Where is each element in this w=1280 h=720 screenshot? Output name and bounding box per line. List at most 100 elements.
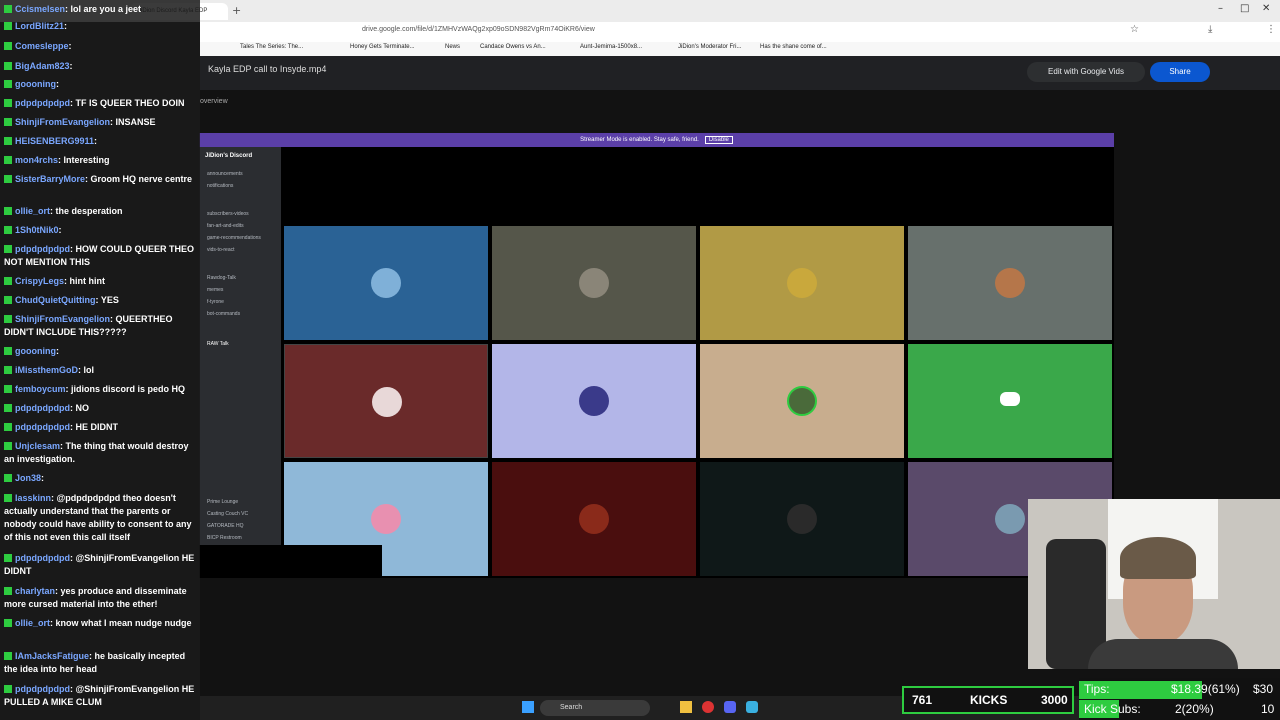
goals-panel: Tips: $18.39(61%) $30 Kick Subs: 2(20%) … xyxy=(1079,678,1280,720)
bookmark-item[interactable]: Honey Gets Terminate... xyxy=(350,44,415,50)
participant-tile[interactable] xyxy=(700,462,904,576)
chat-separator: : xyxy=(55,79,59,89)
kick-badge-icon xyxy=(4,619,12,627)
taskbar-search[interactable]: Search xyxy=(540,700,650,716)
chat-message: ollie_ort: the desperation xyxy=(4,205,196,218)
chat-separator: : xyxy=(55,346,59,356)
chat-username: 1Sh0tNik0 xyxy=(15,225,59,235)
server-name: JiDion's Discord xyxy=(205,153,253,159)
chat-text: lol xyxy=(83,365,95,375)
chat-username: mon4rchs xyxy=(15,155,59,165)
chat-username: BigAdam823 xyxy=(15,61,70,71)
tips-goal: $30 xyxy=(1253,682,1274,696)
chat-text: jidions discord is pedo HQ xyxy=(71,384,186,394)
chat-message: iMissthemGoD: lol xyxy=(4,364,196,377)
bookmark-item[interactable]: Has the shane come of... xyxy=(760,44,827,50)
bookmark-item[interactable]: Candace Owens vs An... xyxy=(480,44,546,50)
chat-username: SisterBarryMore xyxy=(15,174,86,184)
voice-channel-item[interactable]: GATORADE HQ xyxy=(207,523,244,529)
voice-channel-item[interactable]: Casting Couch VC xyxy=(207,511,248,517)
chat-username: LordBlitz21 xyxy=(15,21,65,31)
voice-channel-item[interactable]: Prime Lounge xyxy=(207,499,238,505)
edit-with-vids-button[interactable]: Edit with Google Vids xyxy=(1027,62,1145,82)
address-bar[interactable]: drive.google.com/file/d/1ZMHVzWAQg2xp09o… xyxy=(200,22,1280,42)
chat-message: Unjclesam: The thing that would destroy … xyxy=(4,440,196,466)
participant-tile[interactable] xyxy=(700,344,904,458)
chrome-icon[interactable] xyxy=(702,701,714,713)
kick-badge-icon xyxy=(4,423,12,431)
participant-tile[interactable] xyxy=(908,226,1112,340)
overview-label: overview xyxy=(200,98,228,105)
voice-channel-item[interactable]: RAW Talk xyxy=(207,341,229,347)
chat-message: Comesleppe: xyxy=(4,40,196,53)
participant-tile[interactable] xyxy=(908,344,1112,458)
kicks-counter: 761 KICKS 3000 xyxy=(902,686,1074,714)
bookmark-item[interactable]: News xyxy=(445,44,460,50)
participant-tile[interactable] xyxy=(492,462,696,576)
avatar xyxy=(372,387,402,417)
participant-tile[interactable] xyxy=(284,344,488,458)
chat-message: pdpdpdpdpd: HE DIDNT xyxy=(4,421,196,434)
subs-value: 2(20%) xyxy=(1175,702,1214,716)
kick-badge-icon xyxy=(4,554,12,562)
chat-username: ollie_ort xyxy=(15,206,51,216)
maximize-icon[interactable]: □ xyxy=(1240,3,1249,14)
minimize-icon[interactable]: – xyxy=(1218,3,1223,14)
disable-button[interactable]: Disable xyxy=(704,136,733,144)
windows-start-icon[interactable] xyxy=(522,701,534,713)
channel-item[interactable]: memes xyxy=(207,287,223,293)
streamer-mode-text: Streamer Mode is enabled. Stay safe, fri… xyxy=(580,137,699,143)
bookmark-item[interactable]: JiDion's Moderator Fri... xyxy=(678,44,742,50)
channel-item[interactable]: bot-commands xyxy=(207,311,240,317)
kick-badge-icon xyxy=(4,442,12,450)
chat-separator: : xyxy=(69,61,73,71)
bookmarks-bar: Tales The Series: The... Honey Gets Term… xyxy=(200,42,1280,56)
channel-item[interactable]: fan-art-and-edits xyxy=(207,223,244,229)
streamer-body xyxy=(1088,639,1238,669)
discord-taskbar-icon[interactable] xyxy=(724,701,736,713)
voice-channel-item[interactable]: BICP Restroom xyxy=(207,535,242,541)
star-icon[interactable]: ☆ xyxy=(1130,24,1139,35)
kick-badge-icon xyxy=(4,315,12,323)
menu-icon[interactable]: ⋮ xyxy=(1266,24,1276,35)
chat-username: iMissthemGoD xyxy=(15,365,79,375)
bookmark-item[interactable]: Tales The Series: The... xyxy=(240,44,303,50)
participant-tile[interactable] xyxy=(284,226,488,340)
app-taskbar-icon[interactable] xyxy=(746,701,758,713)
participant-tile[interactable] xyxy=(700,226,904,340)
close-icon[interactable]: ✕ xyxy=(1262,3,1270,14)
kick-badge-icon xyxy=(4,404,12,412)
download-icon[interactable]: ⤓ xyxy=(1208,24,1212,35)
share-button[interactable]: Share xyxy=(1150,62,1210,82)
kick-badge-icon xyxy=(4,685,12,693)
chat-message: ollie_ort: know what I mean nudge nudge xyxy=(4,617,196,630)
channel-item[interactable]: game-recommendations xyxy=(207,235,261,241)
channel-item[interactable]: subscribers-videos xyxy=(207,211,249,217)
chat-username: Ccismelsen xyxy=(15,4,66,14)
participant-tile[interactable] xyxy=(492,226,696,340)
new-tab-icon[interactable]: + xyxy=(232,4,241,17)
discord-logo-icon xyxy=(1000,392,1020,406)
chat-text: NO xyxy=(75,403,89,413)
channel-item[interactable]: announcements xyxy=(207,171,243,177)
participant-tile[interactable] xyxy=(492,344,696,458)
chat-message: mon4rchs: Interesting xyxy=(4,154,196,167)
channel-item[interactable]: notifications xyxy=(207,183,233,189)
channel-item[interactable]: Rawdog-Talk xyxy=(207,275,236,281)
file-explorer-icon[interactable] xyxy=(680,701,692,713)
chat-separator: : xyxy=(58,225,62,235)
subs-goal: 10 xyxy=(1261,702,1275,716)
chat-message: pdpdpdpdpd: TF IS QUEER THEO DOIN xyxy=(4,97,196,110)
url-text[interactable]: drive.google.com/file/d/1ZMHVzWAQg2xp09o… xyxy=(362,26,595,33)
channel-item[interactable]: f-tyrone xyxy=(207,299,224,305)
avatar xyxy=(995,268,1025,298)
channel-item[interactable]: vids-to-react xyxy=(207,247,235,253)
bookmark-item[interactable]: Aunt-Jemima-1500x8... xyxy=(580,44,642,50)
chat-message: 1Sh0tNik0: xyxy=(4,224,196,237)
black-overlay-box xyxy=(199,545,382,578)
chat-message: ChudQuietQuitting: YES xyxy=(4,294,196,307)
chat-username: pdpdpdpdpd xyxy=(15,244,70,254)
kick-badge-icon xyxy=(4,494,12,502)
chat-message: pdpdpdpdpd: @ShinjiFromEvangelion HE PUL… xyxy=(4,683,196,709)
chat-text: Interesting xyxy=(63,155,110,165)
